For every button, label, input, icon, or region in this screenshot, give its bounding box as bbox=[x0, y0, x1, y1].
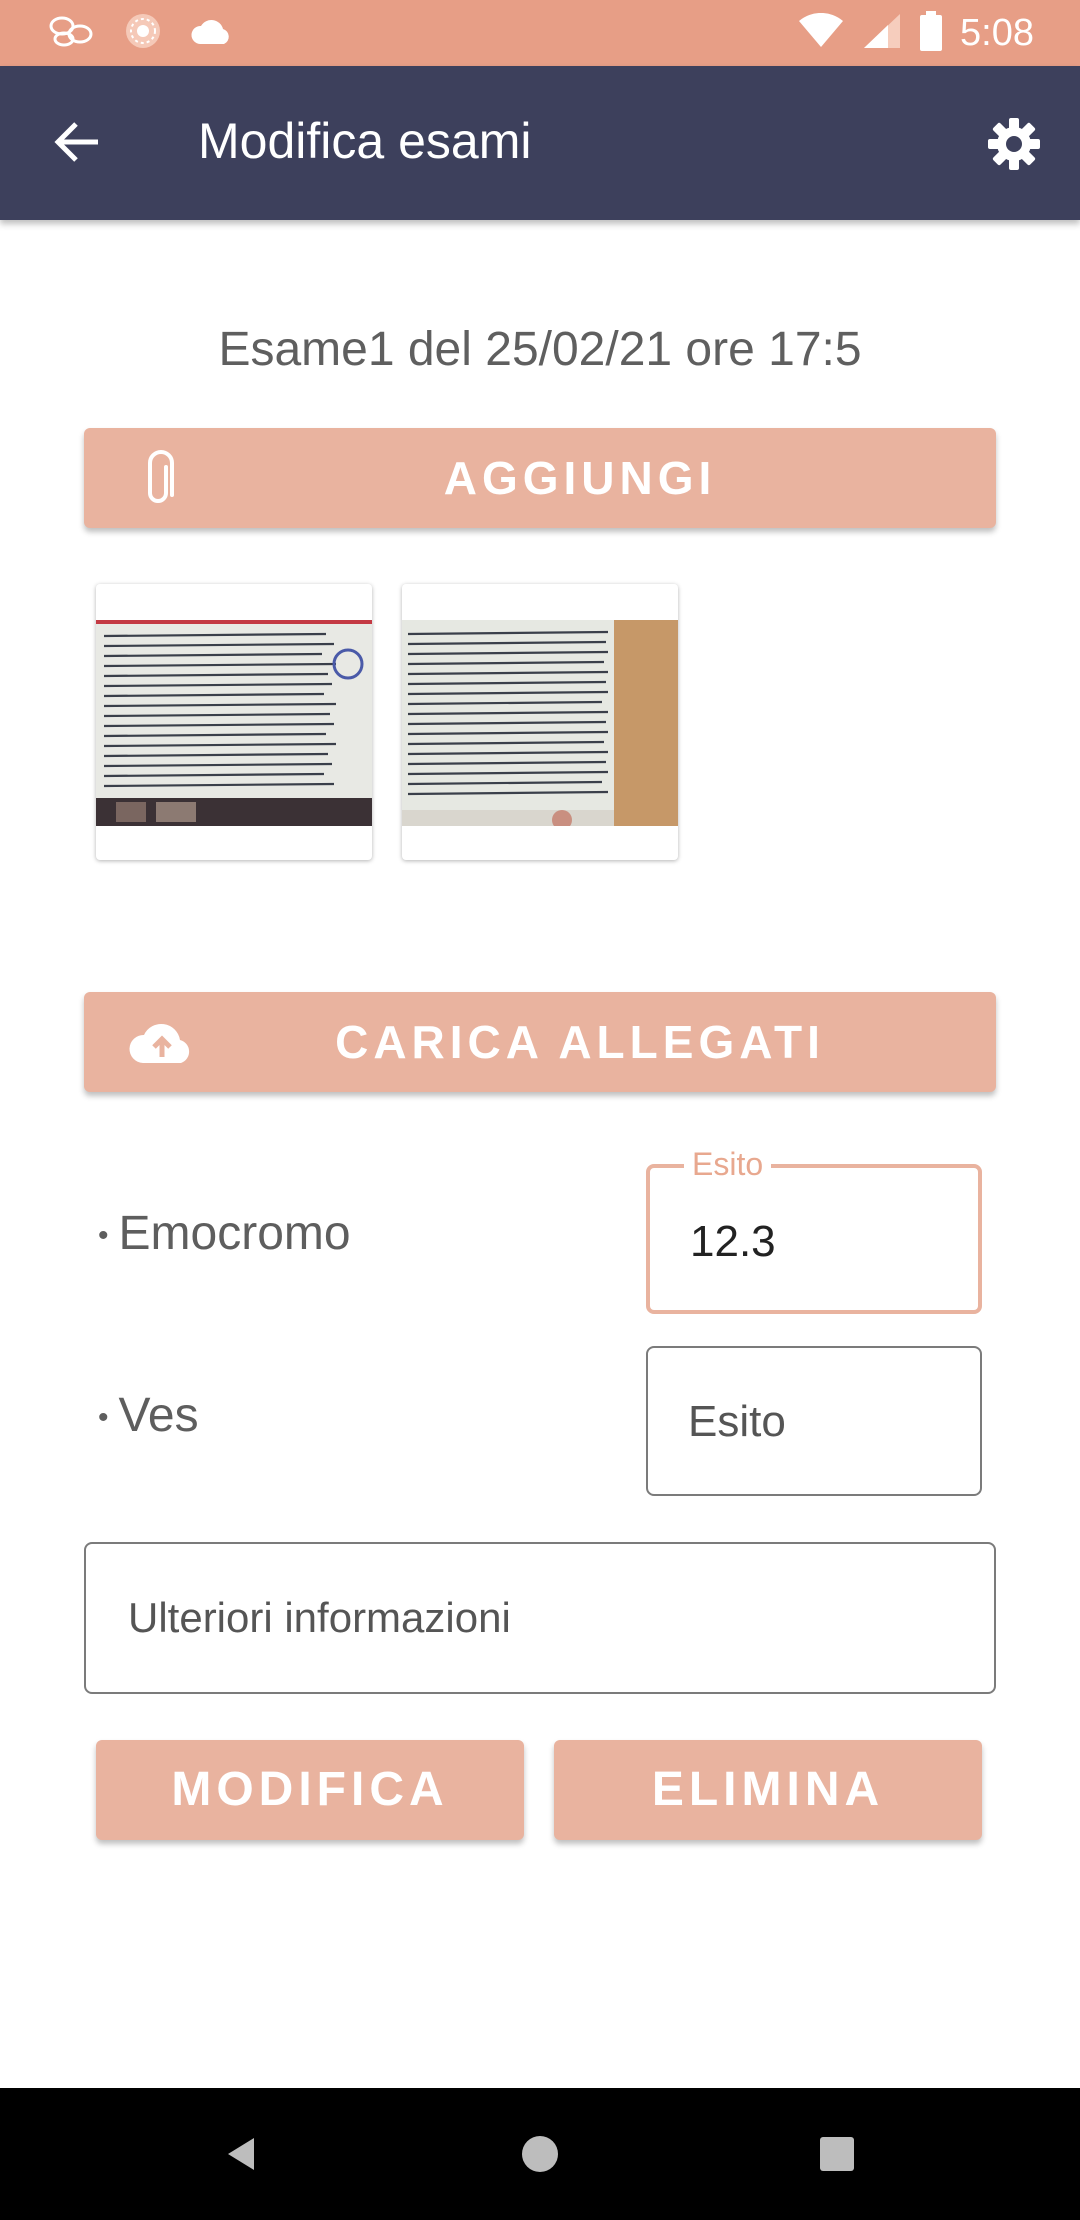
nav-back-icon bbox=[228, 2138, 254, 2170]
result-input-emocromo[interactable] bbox=[690, 1214, 950, 1270]
nav-back-button[interactable] bbox=[202, 2118, 282, 2190]
nav-recents-button[interactable] bbox=[797, 2118, 877, 2190]
edit-button[interactable]: MODIFICA bbox=[96, 1740, 524, 1840]
notes-field[interactable] bbox=[84, 1542, 996, 1694]
arrow-back-icon bbox=[54, 122, 98, 162]
exam-item-label: Emocromo bbox=[118, 1207, 351, 1260]
result-field-ves[interactable] bbox=[646, 1346, 982, 1496]
nav-home-icon bbox=[522, 2136, 558, 2172]
signal-icon bbox=[862, 12, 902, 55]
delete-button[interactable]: ELIMINA bbox=[554, 1740, 982, 1840]
status-time: 5:08 bbox=[960, 11, 1034, 54]
result-input-ves[interactable] bbox=[688, 1394, 948, 1450]
settings-button[interactable] bbox=[978, 108, 1050, 180]
add-attachment-button[interactable]: AGGIUNGI bbox=[84, 428, 996, 528]
back-button[interactable] bbox=[40, 106, 112, 178]
exam-item-ves: • Ves bbox=[98, 1389, 199, 1442]
gear-icon bbox=[988, 118, 1040, 170]
exam-item-emocromo: • Emocromo bbox=[98, 1207, 351, 1260]
field-floating-label: Esito bbox=[684, 1146, 772, 1183]
upload-attachments-button[interactable]: CARICA ALLEGATI bbox=[84, 992, 996, 1092]
cloud-icon bbox=[190, 16, 234, 51]
notification-flower-icon bbox=[124, 12, 162, 55]
attachment-image-1 bbox=[96, 620, 372, 826]
attachment-image-2 bbox=[402, 620, 678, 826]
navigation-bar bbox=[0, 2088, 1080, 2220]
exam-title: Esame1 del 25/02/21 ore 17:5 bbox=[218, 323, 862, 376]
nav-recents-icon bbox=[820, 2137, 854, 2171]
attachment-thumbnail-1[interactable] bbox=[96, 584, 372, 860]
page-title: Modifica esami bbox=[198, 113, 532, 169]
app-bar: Modifica esami bbox=[0, 66, 1080, 220]
notification-beans-icon bbox=[48, 14, 96, 53]
result-field-emocromo[interactable]: Esito bbox=[646, 1146, 982, 1314]
nav-home-button[interactable] bbox=[500, 2118, 580, 2190]
status-bar: 5:08 bbox=[0, 0, 1080, 66]
wifi-icon bbox=[798, 12, 844, 54]
battery-icon bbox=[920, 10, 943, 56]
notes-input[interactable] bbox=[128, 1590, 948, 1646]
upload-button-label: CARICA ALLEGATI bbox=[335, 1016, 825, 1068]
exam-item-label: Ves bbox=[118, 1389, 199, 1442]
add-button-label: AGGIUNGI bbox=[443, 452, 717, 504]
attachment-thumbnail-2[interactable] bbox=[402, 584, 678, 860]
